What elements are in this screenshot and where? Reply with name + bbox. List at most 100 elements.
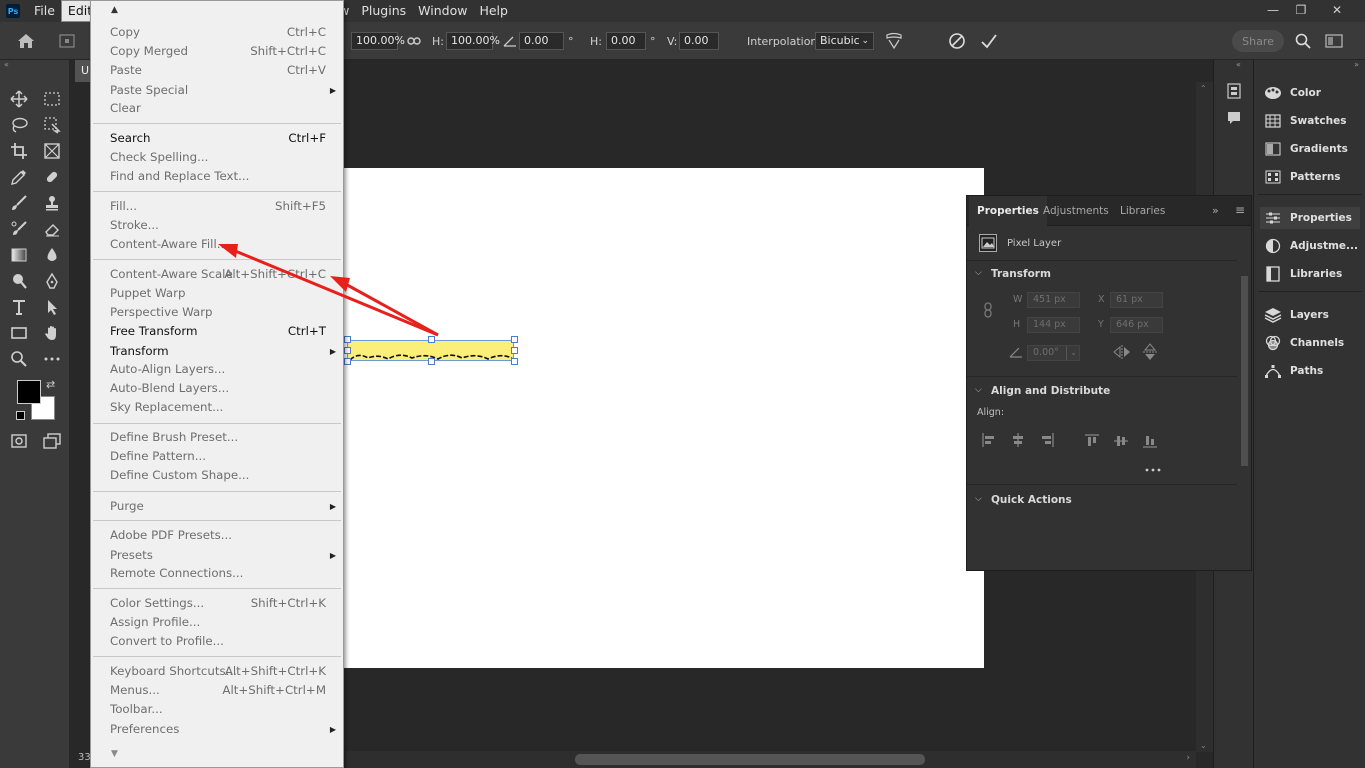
scroll-thumb[interactable] [1241,276,1248,466]
align-right-icon[interactable] [1039,433,1055,450]
transform-handle-bottom[interactable] [428,358,435,365]
menu-item-paste-special[interactable]: Paste Special ▶ [91,81,343,100]
warp-mode-icon[interactable] [885,22,903,60]
lasso-tool-icon[interactable] [7,114,31,136]
dock-item-properties[interactable]: Properties [1260,207,1360,229]
transform-handle-bottom-right[interactable] [511,358,518,365]
menu-item-define-custom-shape[interactable]: Define Custom Shape... [91,466,343,485]
tab-adjustments[interactable]: Adjustments [1035,196,1117,226]
swap-colors-icon[interactable]: ⇄ [46,378,55,391]
y-field[interactable]: 646 px [1110,317,1163,333]
transform-handle-top-right[interactable] [511,336,518,343]
dock-item-swatches[interactable]: Swatches [1260,110,1360,132]
menu-window[interactable]: Window [412,0,473,22]
chevron-down-icon[interactable]: ⌵ [975,268,982,278]
menu-item-search[interactable]: Search Ctrl+F [91,129,343,148]
reference-point-icon[interactable] [58,22,76,60]
blur-tool-icon[interactable] [40,244,64,266]
menu-item-check-spelling[interactable]: Check Spelling... [91,148,343,167]
scroll-up-icon[interactable]: ⌃ [1200,84,1207,93]
more-tools-icon[interactable] [40,348,64,370]
transform-section-title[interactable]: Transform [991,268,1051,280]
history-brush-tool-icon[interactable] [7,218,31,240]
collapse-panel-icon[interactable]: » [1212,204,1219,217]
menu-item-define-pattern[interactable]: Define Pattern... [91,447,343,466]
menu-item-purge[interactable]: Purge ▶ [91,497,343,516]
align-top-icon[interactable] [1085,433,1099,452]
move-tool-icon[interactable] [7,88,31,110]
menu-item-preferences[interactable]: Preferences ▶ [91,720,343,739]
hand-tool-icon[interactable] [40,322,64,344]
width-percent-input[interactable]: 100.00% [351,32,405,50]
align-horizontal-center-icon[interactable] [1010,433,1026,450]
x-field[interactable]: 61 px [1110,292,1163,308]
hskew-input[interactable]: 0.00 [606,32,646,50]
path-selection-tool-icon[interactable] [40,296,64,318]
pen-tool-icon[interactable] [40,270,64,292]
brush-tool-icon[interactable] [7,192,31,214]
height-percent-input[interactable]: 100.00% [446,32,500,50]
interpolation-select[interactable]: Bicubic ⌄ [815,32,874,50]
align-vertical-center-icon[interactable] [1114,433,1128,452]
menu-item-copy[interactable]: Copy Ctrl+C [91,23,343,42]
scroll-thumb[interactable] [575,754,925,765]
menu-item-perspective-warp[interactable]: Perspective Warp [91,303,343,322]
menu-file[interactable]: File [28,0,61,22]
eraser-tool-icon[interactable] [40,218,64,240]
comments-icon[interactable] [1226,110,1242,129]
align-left-icon[interactable] [981,433,997,450]
menu-item-fill[interactable]: Fill... Shift+F5 [91,197,343,216]
quick-actions-section-title[interactable]: Quick Actions [991,494,1072,506]
dock-item-gradients[interactable]: Gradients [1260,138,1360,160]
menu-item-auto-blend-layers[interactable]: Auto-Blend Layers... [91,379,343,398]
marquee-tool-icon[interactable] [40,88,64,110]
menu-scroll-up-icon[interactable]: ▲ [111,5,118,15]
menu-item-puppet-warp[interactable]: Puppet Warp [91,284,343,303]
menu-item-content-aware-scale[interactable]: Content-Aware Scale Alt+Shift+Ctrl+C [91,265,343,284]
zoom-tool-icon[interactable] [7,348,31,370]
dock-item-patterns[interactable]: Patterns [1260,166,1360,188]
collapse-toolbar-icon[interactable]: « [4,60,9,69]
dock-item-layers[interactable]: Layers [1260,304,1360,326]
menu-item-assign-profile[interactable]: Assign Profile... [91,613,343,632]
menu-item-copy-merged[interactable]: Copy Merged Shift+Ctrl+C [91,42,343,61]
workspace-icon[interactable] [1325,22,1343,60]
crop-tool-icon[interactable] [7,140,31,162]
menu-item-adobe-pdf-presets[interactable]: Adobe PDF Presets... [91,526,343,545]
menu-item-content-aware-fill[interactable]: Content-Aware Fill... [91,235,343,254]
link-icon[interactable] [407,22,421,60]
transform-handle-top[interactable] [428,336,435,343]
menu-item-presets[interactable]: Presets ▶ [91,546,343,565]
link-dimensions-icon[interactable] [983,302,993,321]
clone-stamp-tool-icon[interactable] [40,192,64,214]
menu-item-paste[interactable]: Paste Ctrl+V [91,61,343,80]
panel-menu-icon[interactable]: ≡ [1235,203,1245,217]
object-selection-tool-icon[interactable] [40,114,64,136]
vskew-input[interactable]: 0.00 [679,32,719,50]
dock-item-adjustments[interactable]: Adjustme... [1260,235,1360,257]
flip-horizontal-icon[interactable] [1113,345,1131,362]
menu-item-transform[interactable]: Transform ▶ [91,342,343,361]
flip-vertical-icon[interactable] [1143,343,1157,364]
menu-item-find-and-replace-text[interactable]: Find and Replace Text... [91,167,343,186]
gradient-tool-icon[interactable] [7,244,31,266]
default-colors-icon[interactable] [16,411,25,420]
scroll-right-icon[interactable]: › [1186,753,1190,763]
width-field[interactable]: 451 px [1027,292,1080,308]
menu-item-clear[interactable]: Clear [91,99,343,118]
commit-transform-icon[interactable] [980,22,998,60]
scroll-down-icon[interactable]: ⌄ [1200,741,1207,750]
type-tool-icon[interactable] [7,296,31,318]
menu-item-menus[interactable]: Menus... Alt+Shift+Ctrl+M [91,681,343,700]
menu-item-stroke[interactable]: Stroke... [91,216,343,235]
eyedropper-tool-icon[interactable] [7,166,31,188]
chevron-down-icon[interactable]: ⌵ [975,385,982,395]
search-icon[interactable] [1295,22,1311,60]
home-icon[interactable] [16,22,36,60]
close-icon[interactable]: ✕ [1322,0,1352,20]
angle-field[interactable]: 0.00° ⌄ [1027,345,1080,361]
history-icon[interactable] [1226,82,1242,103]
menu-item-auto-align-layers[interactable]: Auto-Align Layers... [91,360,343,379]
menu-item-define-brush-preset[interactable]: Define Brush Preset... [91,428,343,447]
share-button[interactable]: Share [1232,30,1284,52]
